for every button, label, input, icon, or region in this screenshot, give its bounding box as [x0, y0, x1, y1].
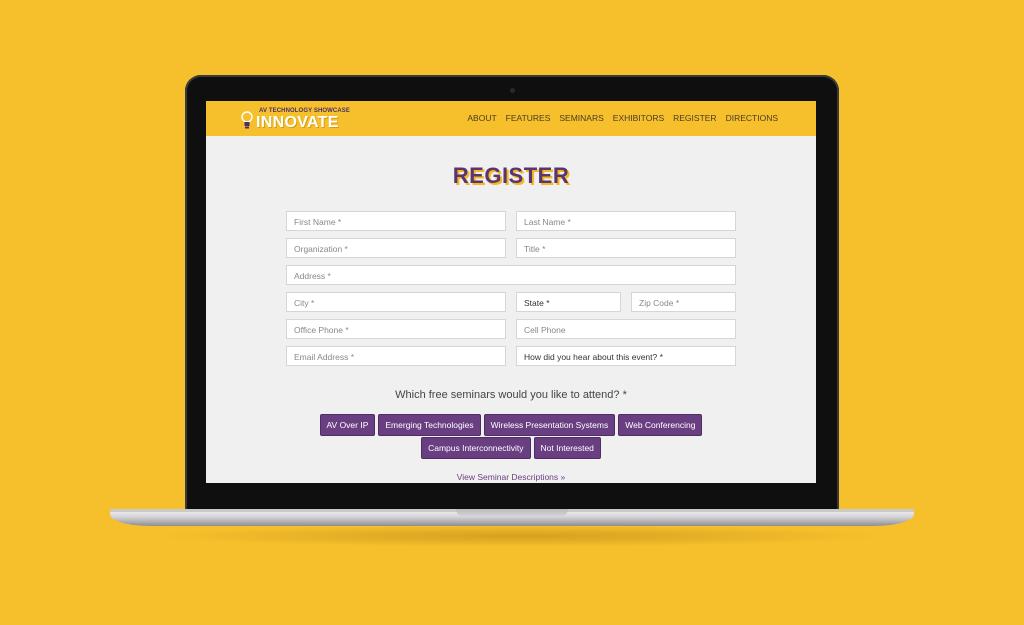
email-field[interactable]: Email Address * [286, 346, 506, 366]
seminar-question: Which free seminars would you like to at… [395, 389, 627, 401]
seminar-option-av-over-ip[interactable]: AV Over IP [319, 414, 376, 436]
seminar-options-row-1: AV Over IP Emerging Technologies Wireles… [206, 414, 816, 436]
seminar-option-emerging-technologies[interactable]: Emerging Technologies [378, 414, 481, 436]
lightbulb-icon [241, 111, 253, 129]
cell-phone-field[interactable]: Cell Phone [516, 319, 736, 339]
state-select[interactable]: State * [516, 292, 621, 312]
nav-seminars[interactable]: SEMINARS [559, 113, 603, 123]
organization-field[interactable]: Organization * [286, 238, 506, 258]
nav-exhibitors[interactable]: EXHIBITORS [613, 113, 664, 123]
seminar-option-wireless-presentation[interactable]: Wireless Presentation Systems [483, 414, 616, 436]
laptop-shadow [150, 525, 890, 547]
seminar-options-row-2: Campus Interconnectivity Not Interested [206, 437, 816, 459]
first-name-field[interactable]: First Name * [286, 211, 506, 231]
heard-about-select[interactable]: How did you hear about this event? * [516, 346, 736, 366]
city-field[interactable]: City * [286, 292, 506, 312]
seminar-option-campus-interconnectivity[interactable]: Campus Interconnectivity [421, 437, 531, 459]
main-nav: ABOUT FEATURES SEMINARS EXHIBITORS REGIS… [467, 113, 778, 123]
nav-features[interactable]: FEATURES [506, 113, 551, 123]
site-logo[interactable]: AV TECHNOLOGY SHOWCASE INNOVATE [241, 106, 351, 132]
nav-about[interactable]: ABOUT [467, 113, 496, 123]
title-field[interactable]: Title * [516, 238, 736, 258]
nav-register[interactable]: REGISTER [673, 113, 716, 123]
nav-directions[interactable]: DIRECTIONS [726, 113, 778, 123]
seminar-option-not-interested[interactable]: Not Interested [533, 437, 601, 459]
webcam [510, 88, 515, 93]
view-seminar-descriptions-link[interactable]: View Seminar Descriptions » [206, 472, 816, 482]
office-phone-field[interactable]: Office Phone * [286, 319, 506, 339]
seminar-option-web-conferencing[interactable]: Web Conferencing [618, 414, 703, 436]
logo-wordmark: INNOVATE [256, 114, 339, 131]
last-name-field[interactable]: Last Name * [516, 211, 736, 231]
address-field[interactable]: Address * [286, 265, 736, 285]
zip-code-field[interactable]: Zip Code * [631, 292, 736, 312]
page-title: REGISTER [452, 163, 570, 188]
laptop-screen: AV TECHNOLOGY SHOWCASE INNOVATE ABOUT FE… [206, 101, 816, 483]
site-header: AV TECHNOLOGY SHOWCASE INNOVATE ABOUT FE… [206, 101, 816, 136]
laptop-notch [456, 509, 568, 517]
